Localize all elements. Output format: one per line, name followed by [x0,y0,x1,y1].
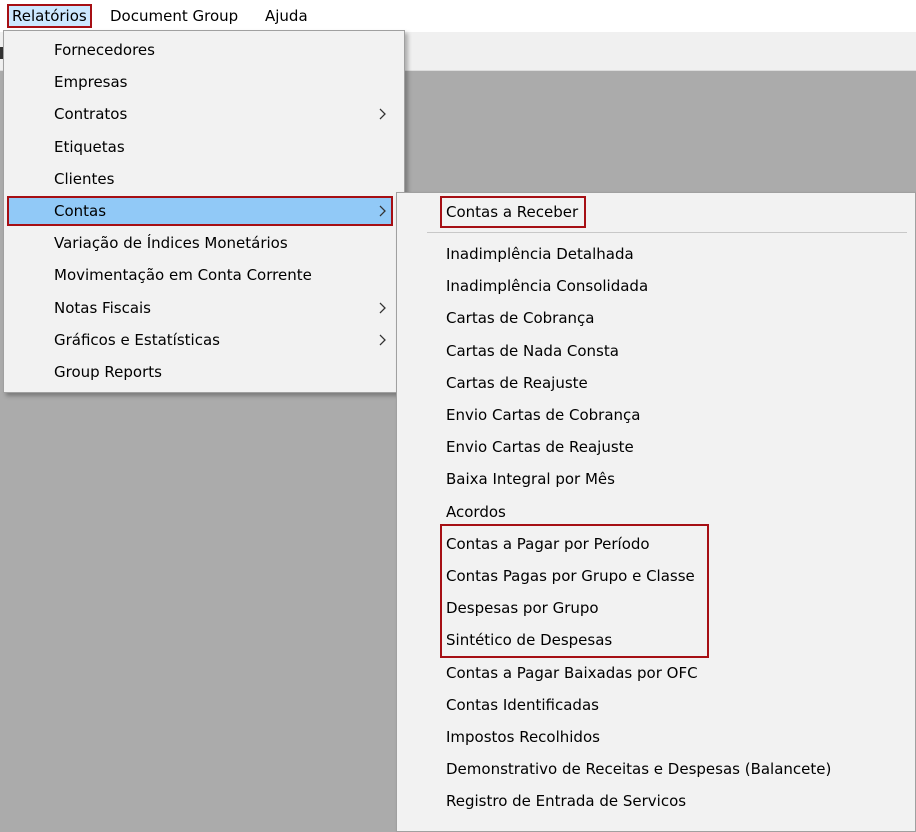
submenu-item-sintetico-de-despesas[interactable]: Sintético de Despesas [400,625,905,655]
submenu-item-inadimplencia-consolidada[interactable]: Inadimplência Consolidada [400,271,905,301]
submenu-item-label: Contas Identificadas [446,695,599,714]
submenu-item-label: Sintético de Despesas [446,631,613,650]
submenu-item-impostos-recolhidos[interactable]: Impostos Recolhidos [400,722,905,752]
submenu-item-label: Impostos Recolhidos [446,728,600,746]
menu-item-label: Contratos [54,105,128,124]
submenu-item-contas-a-receber[interactable]: Contas a Receber [400,197,905,227]
submenu-item-label: Inadimplência Detalhada [446,245,634,263]
submenu-item-label: Envio Cartas de Cobrança [446,406,641,424]
menu-item-label: Clientes [54,169,115,188]
contas-submenu: Contas a Receber Inadimplência Detalhada I… [396,192,916,832]
submenu-item-acordos[interactable]: Acordos [400,497,905,527]
submenu-item-contas-identificadas[interactable]: Contas Identificadas [400,690,905,720]
chevron-right-icon [377,196,389,226]
relatorios-menu: Fornecedores Empresas Contratos Etiquetas Cl… [3,30,405,393]
chevron-right-icon [377,99,389,129]
submenu-item-registro-de-entrada-de-servicos[interactable]: Registro de Entrada de Servicos [400,786,905,816]
submenu-item-label: Envio Cartas de Reajuste [446,438,634,457]
menu-item-graficos-e-estatisticas[interactable]: Gráficos e Estatísticas [7,325,393,355]
menu-item-etiquetas[interactable]: Etiquetas [7,132,393,162]
submenu-item-contas-a-pagar-por-periodo[interactable]: Contas a Pagar por Período [400,529,905,559]
submenu-item-contas-pagas-por-grupo-e-classe[interactable]: Contas Pagas por Grupo e Classe [400,561,905,591]
menu-item-movimentacao-em-conta-corrente[interactable]: Movimentação em Conta Corrente [7,260,393,290]
submenu-item-label: Cartas de Reajuste [446,373,588,392]
menu-item-empresas[interactable]: Empresas [7,67,393,97]
submenu-item-label: Contas a Receber [446,203,579,221]
menu-item-variacao-de-indices-monetarios[interactable]: Variação de Índices Monetários [7,228,393,258]
menu-item-label: Notas Fiscais [54,298,151,317]
submenu-item-label: Despesas por Grupo [446,599,599,618]
menu-item-label: Variação de Índices Monetários [54,234,288,253]
submenu-item-label: Contas a Pagar por Período [446,534,650,553]
menu-item-clientes[interactable]: Clientes [7,164,393,194]
submenu-item-envio-cartas-de-reajuste[interactable]: Envio Cartas de Reajuste [400,432,905,462]
menu-item-label: Fornecedores [54,41,155,59]
submenu-item-envio-cartas-de-cobranca[interactable]: Envio Cartas de Cobrança [400,400,905,430]
submenu-item-demonstrativo-de-receitas-e-despesas-balancete[interactable]: Demonstrativo de Receitas e Despesas (Ba… [400,754,905,784]
menu-bar: Relatórios Document Group Ajuda [0,0,916,32]
submenu-item-label: Baixa Integral por Mês [446,470,615,489]
submenu-item-label: Demonstrativo de Receitas e Despesas (Ba… [446,760,832,779]
submenu-item-label: Inadimplência Consolidada [446,277,649,296]
submenu-item-cartas-de-reajuste[interactable]: Cartas de Reajuste [400,368,905,398]
menu-item-label: Etiquetas [54,137,125,156]
chevron-right-icon [377,293,389,323]
menu-item-label: Group Reports [54,363,162,381]
menubar-ajuda[interactable]: Ajuda [260,4,313,28]
menu-item-label: Empresas [54,73,128,92]
menubar-document-group[interactable]: Document Group [105,4,243,28]
submenu-item-cartas-de-nada-consta[interactable]: Cartas de Nada Consta [400,336,905,366]
menu-item-label: Contas [54,202,107,220]
submenu-item-label: Cartas de Nada Consta [446,341,619,360]
submenu-item-inadimplencia-detalhada[interactable]: Inadimplência Detalhada [400,239,905,269]
submenu-item-label: Acordos [446,502,506,521]
menu-item-contas[interactable]: Contas [7,196,393,226]
menu-item-fornecedores[interactable]: Fornecedores [7,35,393,65]
menu-item-group-reports[interactable]: Group Reports [7,357,393,387]
menubar-relatorios[interactable]: Relatórios [7,4,92,28]
submenu-item-contas-a-pagar-baixadas-por-ofc[interactable]: Contas a Pagar Baixadas por OFC [400,658,905,688]
submenu-item-cartas-de-cobranca[interactable]: Cartas de Cobrança [400,303,905,333]
submenu-item-label: Contas a Pagar Baixadas por OFC [446,663,698,682]
submenu-item-label: Cartas de Cobrança [446,309,595,328]
menu-item-label: Movimentação em Conta Corrente [54,266,312,285]
submenu-item-baixa-integral-por-mes[interactable]: Baixa Integral por Mês [400,464,905,494]
menu-item-contratos[interactable]: Contratos [7,99,393,129]
submenu-separator [427,232,907,233]
menu-item-label: Gráficos e Estatísticas [54,330,220,349]
submenu-item-despesas-por-grupo[interactable]: Despesas por Grupo [400,593,905,623]
submenu-item-label: Contas Pagas por Grupo e Classe [446,567,695,585]
menu-item-notas-fiscais[interactable]: Notas Fiscais [7,293,393,323]
submenu-item-label: Registro de Entrada de Servicos [446,792,687,811]
chevron-right-icon [377,325,389,355]
